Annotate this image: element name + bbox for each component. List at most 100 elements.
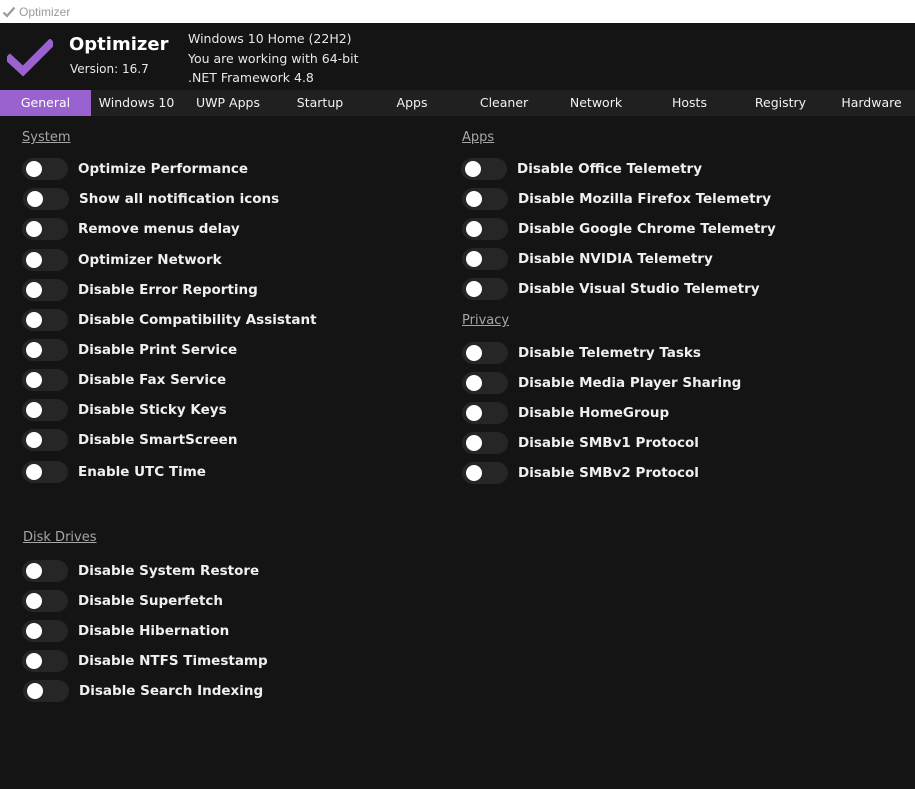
os-info: Windows 10 Home (22H2) (188, 31, 352, 46)
system-info: Windows 10 Home (22H2) You are working w… (188, 29, 358, 88)
option-label: Disable SMBv2 Protocol (518, 465, 699, 481)
option-label: Disable Hibernation (78, 623, 230, 639)
toggle-switch[interactable] (462, 248, 508, 270)
option-label: Disable Fax Service (78, 372, 227, 388)
option-disable-error-reporting: Disable Error Reporting (22, 279, 258, 301)
option-disable-chrome-telemetry: Disable Google Chrome Telemetry (462, 218, 776, 240)
option-label: Disable NTFS Timestamp (78, 653, 268, 669)
arch-info: You are working with 64-bit (188, 50, 359, 66)
option-disable-telemetry-tasks: Disable Telemetry Tasks (462, 342, 701, 364)
section-title-apps: Apps (462, 130, 495, 145)
toggle-switch[interactable] (22, 158, 68, 180)
option-label: Disable Search Indexing (79, 683, 264, 699)
toggle-switch[interactable] (23, 680, 69, 702)
tab-cleaner[interactable]: Cleaner (458, 90, 550, 116)
option-label: Disable Compatibility Assistant (78, 312, 317, 328)
option-disable-firefox-telemetry: Disable Mozilla Firefox Telemetry (462, 188, 771, 210)
toggle-switch[interactable] (462, 462, 508, 484)
option-disable-homegroup: Disable HomeGroup (462, 402, 669, 424)
toggle-switch[interactable] (22, 429, 68, 451)
tab-bar: General Windows 10 UWP Apps Startup Apps… (0, 90, 915, 116)
option-label: Optimizer Network (78, 252, 222, 268)
app-version: Version: 16.7 (70, 62, 149, 76)
toggle-switch[interactable] (22, 650, 68, 672)
option-optimize-performance: Optimize Performance (22, 158, 248, 180)
option-label: Disable Google Chrome Telemetry (518, 221, 776, 237)
option-disable-ntfs-timestamp: Disable NTFS Timestamp (22, 650, 268, 672)
checkmark-icon (4, 38, 56, 77)
option-disable-smartscreen: Disable SmartScreen (22, 429, 237, 451)
app-header: Optimizer Version: 16.7 Windows 10 Home … (0, 23, 915, 89)
toggle-switch[interactable] (22, 560, 68, 582)
option-disable-visual-studio-telemetry: Disable Visual Studio Telemetry (462, 278, 760, 300)
option-label: Disable Media Player Sharing (518, 375, 742, 391)
option-label: Enable UTC Time (78, 464, 206, 480)
option-label: Disable NVIDIA Telemetry (518, 251, 713, 267)
toggle-switch[interactable] (22, 461, 68, 483)
option-label: Disable Telemetry Tasks (518, 345, 701, 361)
section-title-system: System (22, 130, 71, 145)
tab-windows-10[interactable]: Windows 10 (91, 90, 182, 116)
toggle-switch[interactable] (462, 218, 508, 240)
option-label: Disable SMBv1 Protocol (518, 435, 699, 451)
toggle-switch[interactable] (462, 402, 508, 424)
option-remove-menus-delay: Remove menus delay (22, 218, 240, 240)
toggle-switch[interactable] (23, 188, 69, 210)
tab-apps[interactable]: Apps (366, 90, 458, 116)
option-disable-media-player-sharing: Disable Media Player Sharing (462, 372, 741, 394)
app-name: Optimizer (69, 34, 169, 55)
option-optimizer-network: Optimizer Network (22, 249, 222, 271)
option-label: Disable Office Telemetry (517, 161, 703, 177)
framework-info: .NET Framework 4.8 (188, 70, 314, 85)
toggle-switch[interactable] (462, 188, 508, 210)
toggle-switch[interactable] (22, 620, 68, 642)
tab-startup[interactable]: Startup (274, 90, 366, 116)
tab-hosts[interactable]: Hosts (642, 90, 737, 116)
option-enable-utc-time: Enable UTC Time (22, 461, 206, 483)
option-disable-smbv2: Disable SMBv2 Protocol (462, 462, 699, 484)
option-label: Disable Sticky Keys (78, 402, 227, 418)
tab-uwp-apps[interactable]: UWP Apps (182, 90, 274, 116)
toggle-switch[interactable] (22, 279, 68, 301)
tab-network[interactable]: Network (550, 90, 642, 116)
option-label: Remove menus delay (78, 221, 240, 237)
toggle-switch[interactable] (22, 309, 68, 331)
section-title-privacy: Privacy (462, 313, 510, 328)
toggle-switch[interactable] (462, 278, 508, 300)
option-disable-smbv1: Disable SMBv1 Protocol (462, 432, 699, 454)
option-label: Disable Mozilla Firefox Telemetry (518, 191, 772, 207)
option-label: Show all notification icons (79, 191, 280, 207)
toggle-switch[interactable] (462, 342, 508, 364)
toggle-switch[interactable] (461, 158, 507, 180)
toggle-switch[interactable] (462, 372, 508, 394)
option-label: Disable Visual Studio Telemetry (518, 281, 760, 297)
option-disable-superfetch: Disable Superfetch (22, 590, 223, 612)
option-disable-fax-service: Disable Fax Service (22, 369, 226, 391)
window-titlebar: Optimizer (0, 0, 915, 23)
checkmark-icon (2, 5, 16, 19)
option-disable-system-restore: Disable System Restore (22, 560, 259, 582)
option-disable-compatibility-assistant: Disable Compatibility Assistant (22, 309, 317, 331)
option-label: Disable HomeGroup (518, 405, 670, 421)
toggle-switch[interactable] (22, 339, 68, 361)
option-disable-print-service: Disable Print Service (22, 339, 237, 361)
option-label: Disable Superfetch (78, 593, 224, 609)
option-disable-office-telemetry: Disable Office Telemetry (461, 158, 702, 180)
option-disable-nvidia-telemetry: Disable NVIDIA Telemetry (462, 248, 713, 270)
toggle-switch[interactable] (22, 369, 68, 391)
option-label: Disable SmartScreen (78, 432, 238, 448)
toggle-switch[interactable] (22, 249, 68, 271)
window-title: Optimizer (19, 4, 71, 19)
tab-hardware[interactable]: Hardware (828, 90, 915, 116)
toggle-switch[interactable] (22, 399, 68, 421)
option-disable-hibernation: Disable Hibernation (22, 620, 229, 642)
toggle-switch[interactable] (22, 218, 68, 240)
section-title-disk-drives: Disk Drives (23, 530, 97, 545)
option-show-notification-icons: Show all notification icons (23, 188, 279, 210)
toggle-switch[interactable] (462, 432, 508, 454)
tab-general[interactable]: General (0, 90, 91, 116)
toggle-switch[interactable] (22, 590, 68, 612)
option-label: Disable System Restore (78, 563, 260, 579)
option-disable-sticky-keys: Disable Sticky Keys (22, 399, 227, 421)
tab-registry[interactable]: Registry (737, 90, 824, 116)
